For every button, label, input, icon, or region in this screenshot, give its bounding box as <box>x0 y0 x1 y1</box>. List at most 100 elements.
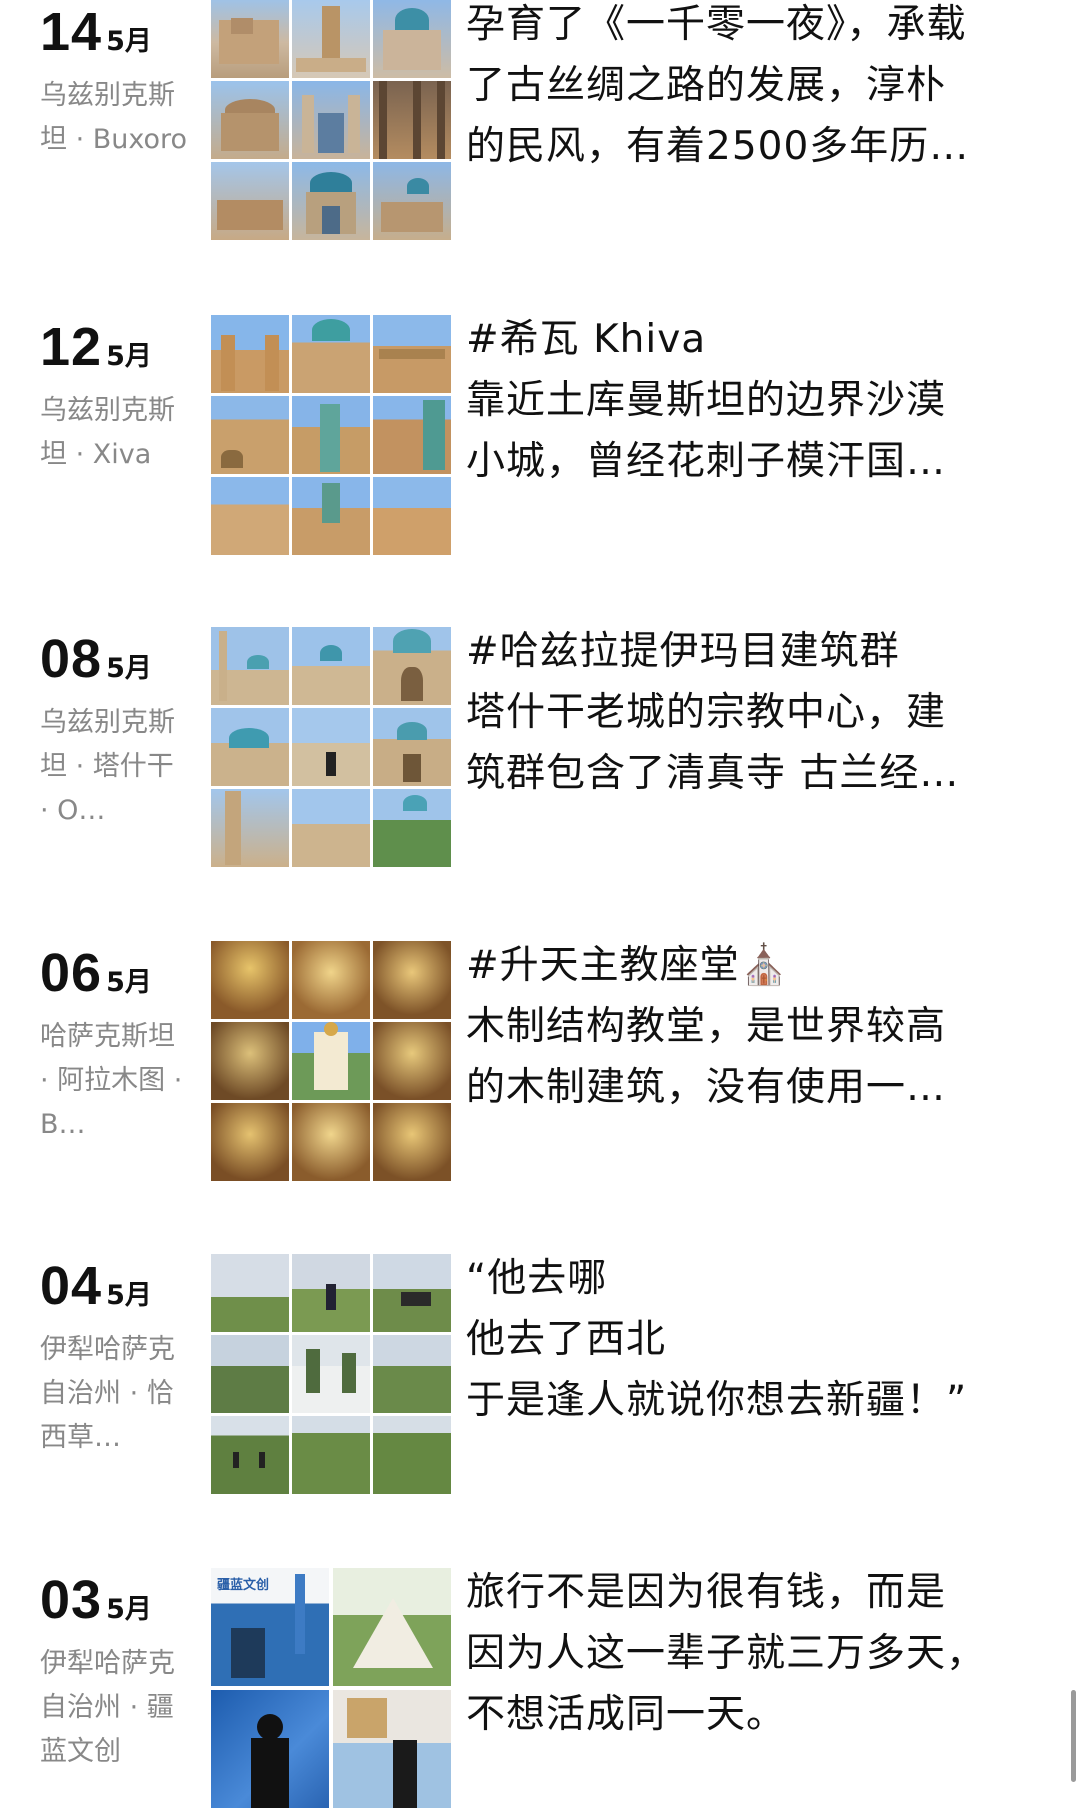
post-text[interactable]: 孕育了《一千零一夜》，承载 了古丝绸之路的发展，淳朴 的民风，有着2500多年历… <box>466 0 1026 177</box>
date-month: 5月 <box>106 341 152 372</box>
photo-thumbnail[interactable] <box>211 627 289 705</box>
post-date: 06 5月 <box>40 941 200 1005</box>
post-location[interactable]: 乌兹别克斯坦 · Buxoro <box>40 74 188 162</box>
post-text-line: 因为人这一辈子就三万多天， <box>466 1631 987 1676</box>
photo-thumbnail[interactable] <box>373 708 451 786</box>
photo-thumbnail[interactable] <box>292 0 370 78</box>
post-location[interactable]: 乌兹别克斯坦 · 塔什干 · O… <box>40 701 188 833</box>
post-text[interactable]: “他去哪 他去了西北 于是逢人就说你想去新疆！” <box>466 1248 1026 1431</box>
post-text-line: 塔什干老城的宗教中心，建 <box>466 690 947 735</box>
photo-grid[interactable] <box>211 315 451 555</box>
date-month: 5月 <box>106 653 152 684</box>
post-location[interactable]: 伊犁哈萨克自治州 · 疆蓝文创 <box>40 1642 188 1774</box>
post-text-line: 于是逢人就说你想去新疆！” <box>466 1378 968 1423</box>
photo-thumbnail[interactable] <box>292 1416 370 1494</box>
post-text-line: “他去哪 <box>466 1256 608 1301</box>
photo-thumbnail[interactable] <box>333 1690 451 1808</box>
photo-thumbnail[interactable] <box>373 396 451 474</box>
post-text-line: 的木制建筑，没有使用一… <box>466 1065 947 1110</box>
photo-grid[interactable] <box>211 0 451 240</box>
post-text-line: 小城，曾经花刺子模汗国… <box>466 439 947 484</box>
moments-feed: 14 5月 乌兹别克斯坦 · Buxoro 孕育了《一千零一夜》，承载 了古丝绸… <box>0 0 1080 1809</box>
photo-thumbnail[interactable] <box>373 0 451 78</box>
vertical-scrollbar[interactable] <box>1071 1690 1076 1782</box>
post-location[interactable]: 伊犁哈萨克自治州 · 恰西草… <box>40 1328 188 1460</box>
photo-thumbnail[interactable] <box>373 1335 451 1413</box>
photo-thumbnail[interactable]: 疆蓝文创 <box>211 1568 329 1686</box>
post-text[interactable]: #哈兹拉提伊玛目建筑群 塔什干老城的宗教中心，建 筑群包含了清真寺 古兰经… <box>466 621 1026 804</box>
date-month: 5月 <box>106 26 152 57</box>
photo-thumbnail[interactable] <box>292 708 370 786</box>
photo-grid[interactable] <box>211 1254 451 1494</box>
date-day: 06 <box>40 943 103 1003</box>
post-text-line: #哈兹拉提伊玛目建筑群 <box>466 629 900 674</box>
post-text-line: 了古丝绸之路的发展，淳朴 <box>466 63 947 108</box>
photo-thumbnail[interactable] <box>373 789 451 867</box>
photo-thumbnail[interactable] <box>373 1254 451 1332</box>
post-text[interactable]: #升天主教座堂⛪ 木制结构教堂，是世界较高 的木制建筑，没有使用一… <box>466 935 1026 1118</box>
post-item[interactable]: 14 5月 乌兹别克斯坦 · Buxoro 孕育了《一千零一夜》，承载 了古丝绸… <box>0 0 1080 240</box>
photo-thumbnail[interactable] <box>292 396 370 474</box>
photo-thumbnail[interactable] <box>211 1022 289 1100</box>
photo-thumbnail[interactable] <box>373 1416 451 1494</box>
photo-thumbnail[interactable] <box>292 315 370 393</box>
photo-thumbnail[interactable] <box>373 1103 451 1181</box>
photo-thumbnail[interactable] <box>373 162 451 240</box>
photo-thumbnail[interactable] <box>211 1254 289 1332</box>
photo-thumbnail[interactable] <box>211 941 289 1019</box>
date-month: 5月 <box>106 1594 152 1625</box>
photo-thumbnail[interactable] <box>333 1568 451 1686</box>
post-location[interactable]: 哈萨克斯坦 · 阿拉木图 · B… <box>40 1015 188 1147</box>
photo-thumbnail[interactable] <box>292 1335 370 1413</box>
photo-thumbnail[interactable] <box>373 81 451 159</box>
post-item[interactable]: 04 5月 伊犁哈萨克自治州 · 恰西草… “他去哪 他去了西北 于是逢人就说你… <box>0 1254 1080 1494</box>
post-text-line: 他去了西北 <box>466 1317 667 1362</box>
photo-thumbnail[interactable] <box>292 941 370 1019</box>
photo-thumbnail[interactable] <box>292 1103 370 1181</box>
photo-thumbnail[interactable] <box>373 941 451 1019</box>
post-location[interactable]: 乌兹别克斯坦 · Xiva <box>40 389 188 477</box>
date-day: 04 <box>40 1256 103 1316</box>
photo-thumbnail[interactable] <box>292 1254 370 1332</box>
photo-thumbnail[interactable] <box>211 477 289 555</box>
post-text-line: 不想活成同一天。 <box>466 1692 787 1737</box>
post-item[interactable]: 035月 伊犁哈萨克自治州 · 疆蓝文创 疆蓝文创 旅行不是因为很有钱，而是 <box>0 1568 1080 1808</box>
post-text[interactable]: 旅行不是因为很有钱，而是 因为人这一辈子就三万多天， 不想活成同一天。 <box>466 1562 1026 1745</box>
photo-thumbnail[interactable] <box>373 1022 451 1100</box>
photo-thumbnail[interactable] <box>211 162 289 240</box>
photo-thumbnail[interactable] <box>292 81 370 159</box>
date-month: 5月 <box>106 1280 152 1311</box>
post-text-line: 筑群包含了清真寺 古兰经… <box>466 751 960 796</box>
photo-thumbnail[interactable] <box>211 0 289 78</box>
photo-thumbnail[interactable] <box>211 1335 289 1413</box>
photo-thumbnail[interactable] <box>373 315 451 393</box>
photo-thumbnail[interactable] <box>211 708 289 786</box>
post-item[interactable]: 08 5月 乌兹别克斯坦 · 塔什干 · O… #哈兹拉提伊玛目建筑群 塔什干老… <box>0 627 1080 867</box>
photo-grid[interactable]: 疆蓝文创 <box>211 1568 451 1808</box>
photo-thumbnail[interactable] <box>292 477 370 555</box>
photo-grid[interactable] <box>211 627 451 867</box>
photo-thumbnail[interactable] <box>211 81 289 159</box>
photo-thumbnail[interactable] <box>211 1416 289 1494</box>
post-item[interactable]: 12 5月 乌兹别克斯坦 · Xiva #希瓦 Khiva 靠近土库曼斯坦的边界… <box>0 315 1080 555</box>
date-day: 03 <box>40 1570 103 1630</box>
photo-thumbnail[interactable] <box>292 1022 370 1100</box>
post-text-line: 木制结构教堂，是世界较高 <box>466 1004 947 1049</box>
photo-thumbnail[interactable] <box>292 627 370 705</box>
photo-thumbnail[interactable] <box>292 162 370 240</box>
photo-grid[interactable] <box>211 941 451 1181</box>
photo-thumbnail[interactable] <box>373 627 451 705</box>
photo-thumbnail[interactable] <box>211 396 289 474</box>
post-text-line: 孕育了《一千零一夜》，承载 <box>466 2 967 47</box>
date-day: 14 <box>40 2 103 62</box>
photo-thumbnail[interactable] <box>373 477 451 555</box>
post-text[interactable]: #希瓦 Khiva 靠近土库曼斯坦的边界沙漠 小城，曾经花刺子模汗国… <box>466 309 1026 492</box>
photo-thumbnail[interactable] <box>211 1103 289 1181</box>
post-date: 12 5月 <box>40 315 200 379</box>
photo-thumbnail[interactable] <box>211 789 289 867</box>
photo-thumbnail[interactable] <box>211 315 289 393</box>
post-date: 08 5月 <box>40 627 200 691</box>
photo-thumbnail[interactable] <box>292 789 370 867</box>
photo-thumbnail[interactable] <box>211 1690 329 1808</box>
post-item[interactable]: 06 5月 哈萨克斯坦 · 阿拉木图 · B… #升天主教座堂⛪ 木制结构教堂，是… <box>0 941 1080 1181</box>
